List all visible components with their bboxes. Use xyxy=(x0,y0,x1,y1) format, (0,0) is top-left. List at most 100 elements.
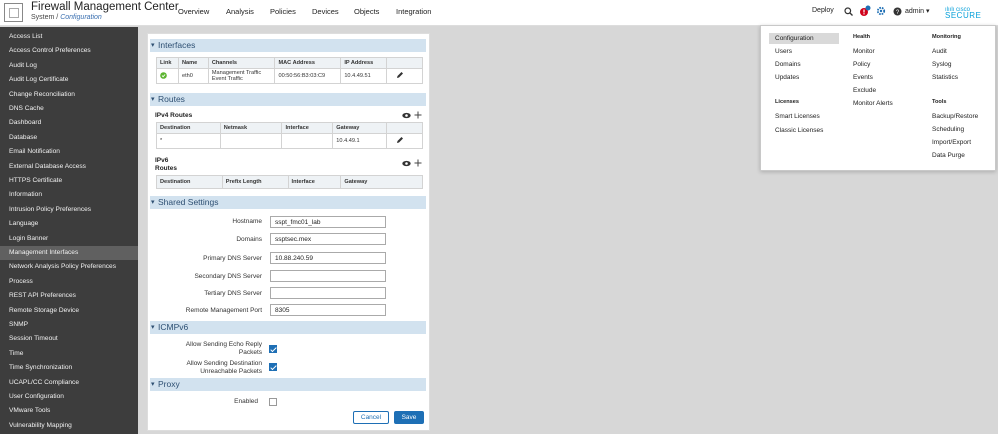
col-destination: Destination xyxy=(156,175,223,189)
eye-icon[interactable] xyxy=(402,112,411,119)
sidebar-item-access-list[interactable]: Access List xyxy=(0,30,138,44)
sidebar-item-information[interactable]: Information xyxy=(0,188,138,202)
echo-reply-label: Allow Sending Echo Reply Packets xyxy=(150,341,262,356)
sidebar-item-audit-log-certificate[interactable]: Audit Log Certificate xyxy=(0,73,138,87)
domains-label: Domains xyxy=(236,236,262,243)
cancel-button[interactable]: Cancel xyxy=(353,411,389,424)
sidebar-item-management-interfaces[interactable]: Management Interfaces xyxy=(0,246,138,261)
dest-unreachable-label-line1: Allow Sending Destination xyxy=(186,360,262,367)
menu-item-events[interactable]: Events xyxy=(853,74,873,81)
sidebar-item-https-certificate[interactable]: HTTPS Certificate xyxy=(0,174,138,188)
remote-management-port-input[interactable]: 8305 xyxy=(270,304,386,316)
col-interface: Interface xyxy=(287,175,342,189)
proxy-enabled-label: Enabled xyxy=(234,398,258,405)
fmc-logo-icon xyxy=(4,3,23,22)
add-icon[interactable] xyxy=(414,159,422,167)
menu-item-users[interactable]: Users xyxy=(775,48,792,55)
sidebar-item-network-analysis-policy-preferences[interactable]: Network Analysis Policy Preferences xyxy=(0,260,138,274)
section-proxy[interactable]: Proxy xyxy=(150,378,426,391)
menu-item-domains[interactable]: Domains xyxy=(775,61,801,68)
sidebar-item-user-configuration[interactable]: User Configuration xyxy=(0,390,138,404)
breadcrumb: System / Configuration xyxy=(31,14,102,21)
tertiary-dns-label: Tertiary DNS Server xyxy=(204,290,262,297)
ipv6-routes-table: Destination Prefix Length Interface Gate… xyxy=(156,175,423,189)
search-icon[interactable] xyxy=(844,7,853,16)
sidebar-item-change-reconciliation[interactable]: Change Reconciliation xyxy=(0,88,138,102)
sidebar-item-rest-api-preferences[interactable]: REST API Preferences xyxy=(0,289,138,303)
nav-integration[interactable]: Integration xyxy=(396,7,431,16)
alert-icon[interactable] xyxy=(859,5,871,17)
eye-icon[interactable] xyxy=(402,160,411,167)
breadcrumb-system[interactable]: System xyxy=(31,14,54,21)
section-routes[interactable]: Routes xyxy=(150,93,426,106)
sidebar-item-vmware-tools[interactable]: VMware Tools xyxy=(0,404,138,418)
primary-dns-input[interactable]: 10.88.240.59 xyxy=(270,252,386,264)
tertiary-dns-input[interactable] xyxy=(270,287,386,299)
menu-item-syslog[interactable]: Syslog xyxy=(932,61,952,68)
user-menu[interactable]: admin ▾ xyxy=(905,7,930,15)
channels-cell: Management Traffic Event Traffic xyxy=(207,68,276,84)
sidebar-item-dashboard[interactable]: Dashboard xyxy=(0,116,138,130)
section-icmpv6[interactable]: ICMPv6 xyxy=(150,321,426,334)
sidebar-item-language[interactable]: Language xyxy=(0,217,138,231)
menu-item-statistics[interactable]: Statistics xyxy=(932,74,958,81)
sidebar-item-session-timeout[interactable]: Session Timeout xyxy=(0,332,138,346)
nav-objects[interactable]: Objects xyxy=(354,7,379,16)
nav-overview[interactable]: Overview xyxy=(178,7,209,16)
nav-analysis[interactable]: Analysis xyxy=(226,7,254,16)
sidebar-item-process[interactable]: Process xyxy=(0,275,138,289)
nav-devices[interactable]: Devices xyxy=(312,7,339,16)
menu-item-import-export[interactable]: Import/Export xyxy=(932,139,971,146)
sidebar-item-intrusion-policy-preferences[interactable]: Intrusion Policy Preferences xyxy=(0,203,138,217)
section-shared-settings[interactable]: Shared Settings xyxy=(150,196,426,209)
edit-icon[interactable] xyxy=(396,71,404,79)
menu-item-configuration[interactable]: Configuration xyxy=(775,35,814,42)
menu-item-exclude[interactable]: Exclude xyxy=(853,87,876,94)
sidebar-item-email-notification[interactable]: Email Notification xyxy=(0,145,138,159)
col-prefix-length: Prefix Length xyxy=(221,175,289,189)
link-cell xyxy=(156,68,179,84)
dest-unreachable-checkbox[interactable] xyxy=(269,363,277,371)
col-destination: Destination xyxy=(156,122,221,134)
remote-management-port-label: Remote Management Port xyxy=(185,307,262,314)
menu-item-scheduling[interactable]: Scheduling xyxy=(932,126,964,133)
menu-heading-tools: Tools xyxy=(932,99,947,105)
sidebar-item-access-control-preferences[interactable]: Access Control Preferences xyxy=(0,44,138,58)
menu-item-policy[interactable]: Policy xyxy=(853,61,870,68)
menu-item-monitor[interactable]: Monitor xyxy=(853,48,875,55)
domains-input[interactable]: ssptsec.mex xyxy=(270,233,386,245)
add-icon[interactable] xyxy=(414,111,422,119)
ipv6-routes-title: IPv6 Routes xyxy=(155,157,177,172)
menu-item-audit[interactable]: Audit xyxy=(932,48,947,55)
menu-item-smart-licenses[interactable]: Smart Licenses xyxy=(775,113,820,120)
sidebar-item-database[interactable]: Database xyxy=(0,131,138,145)
save-button[interactable]: Save xyxy=(394,411,424,424)
secondary-dns-label: Secondary DNS Server xyxy=(194,273,262,280)
hostname-input[interactable]: sspt_fmc01_lab xyxy=(270,216,386,228)
help-icon[interactable]: ? xyxy=(893,7,902,16)
sidebar-item-snmp[interactable]: SNMP xyxy=(0,318,138,332)
sidebar-item-time[interactable]: Time xyxy=(0,347,138,361)
edit-icon[interactable] xyxy=(396,136,404,144)
deploy-button[interactable]: Deploy xyxy=(812,7,834,14)
menu-item-updates[interactable]: Updates xyxy=(775,74,799,81)
menu-item-backup-restore[interactable]: Backup/Restore xyxy=(932,113,978,120)
sidebar-item-dns-cache[interactable]: DNS Cache xyxy=(0,102,138,116)
proxy-enabled-checkbox[interactable] xyxy=(269,398,277,406)
menu-item-monitor-alerts[interactable]: Monitor Alerts xyxy=(853,100,893,107)
sidebar-item-login-banner[interactable]: Login Banner xyxy=(0,232,138,246)
sidebar-item-audit-log[interactable]: Audit Log xyxy=(0,59,138,73)
sidebar-item-vulnerability-mapping[interactable]: Vulnerability Mapping xyxy=(0,419,138,433)
gear-icon[interactable] xyxy=(876,6,886,16)
sidebar-item-external-database-access[interactable]: External Database Access xyxy=(0,160,138,174)
menu-item-data-purge[interactable]: Data Purge xyxy=(932,152,965,159)
nav-policies[interactable]: Policies xyxy=(270,7,296,16)
sidebar-item-ucapl-cc-compliance[interactable]: UCAPL/CC Compliance xyxy=(0,376,138,390)
section-interfaces[interactable]: Interfaces xyxy=(150,39,426,52)
echo-reply-checkbox[interactable] xyxy=(269,345,277,353)
ip-cell: 10.4.49.51 xyxy=(340,68,388,84)
sidebar-item-time-synchronization[interactable]: Time Synchronization xyxy=(0,361,138,375)
sidebar-item-remote-storage-device[interactable]: Remote Storage Device xyxy=(0,304,138,318)
secondary-dns-input[interactable] xyxy=(270,270,386,282)
menu-item-classic-licenses[interactable]: Classic Licenses xyxy=(775,127,823,134)
